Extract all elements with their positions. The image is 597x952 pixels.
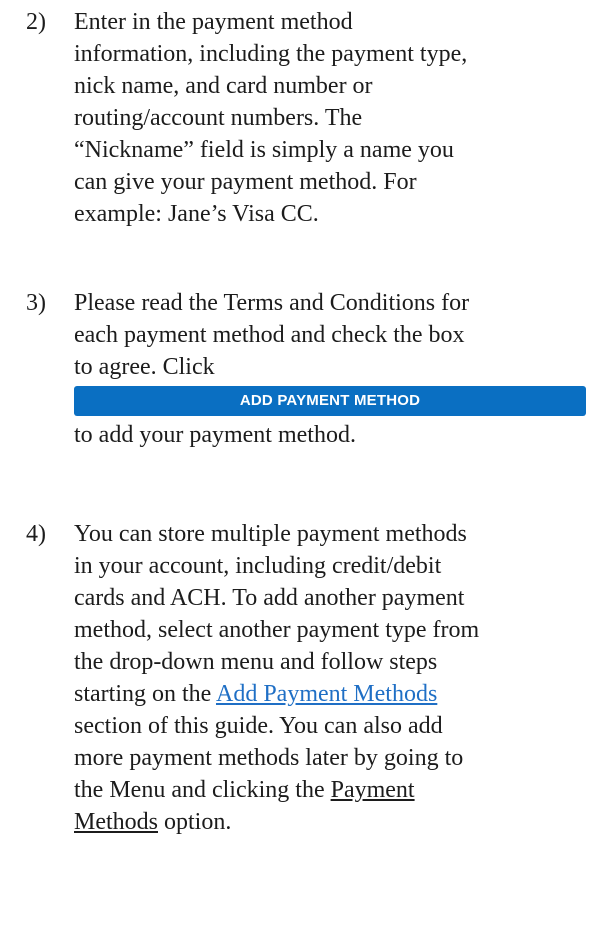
- link-prefix: starting on the: [74, 681, 216, 707]
- text-line: cards and ACH. To add another payment: [74, 585, 465, 611]
- text-line: example: Jane’s Visa CC.: [74, 201, 319, 227]
- text-line: Please read the Terms and Conditions for: [74, 290, 470, 316]
- text-line: in your account, including credit/debit: [74, 553, 442, 579]
- step-number: 2): [26, 9, 46, 35]
- step-text: You can store multiple payment methods i…: [74, 518, 584, 838]
- payment-methods-reference: Payment: [330, 777, 415, 803]
- instructions-document: 2) Enter in the payment method informati…: [0, 0, 597, 952]
- text-line: to add your payment method.: [74, 422, 356, 448]
- text-line: method, select another payment type from: [74, 617, 480, 643]
- text-line: You can store multiple payment methods: [74, 521, 467, 547]
- text-line-menu-end: Methods option.: [74, 806, 584, 838]
- step-number: 4): [26, 521, 46, 547]
- add-payment-methods-link[interactable]: Add Payment Methods: [216, 681, 437, 707]
- text-line: routing/account numbers. The: [74, 105, 363, 131]
- text-line: section of this guide. You can also add: [74, 713, 443, 739]
- add-payment-method-button[interactable]: ADD PAYMENT METHOD: [74, 386, 586, 416]
- text-line: information, including the payment type,: [74, 41, 468, 67]
- text-line: more payment methods later by going to: [74, 745, 464, 771]
- menu-suffix: option.: [158, 809, 232, 835]
- text-line-with-link: starting on the Add Payment Methods: [74, 678, 584, 710]
- step-text: Enter in the payment method information,…: [74, 6, 584, 230]
- payment-methods-reference-end: Methods: [74, 809, 158, 835]
- text-line-menu: the Menu and clicking the Payment: [74, 774, 584, 806]
- step-number: 3): [26, 290, 46, 316]
- text-line: nick name, and card number or: [74, 73, 373, 99]
- step-text: Please read the Terms and Conditions for…: [74, 287, 586, 451]
- text-line: can give your payment method. For: [74, 169, 417, 195]
- text-line: to agree. Click: [74, 354, 215, 380]
- text-line: Enter in the payment method: [74, 9, 353, 35]
- menu-prefix: the Menu and clicking the: [74, 777, 331, 803]
- text-line: each payment method and check the box: [74, 322, 465, 348]
- text-line: the drop-down menu and follow steps: [74, 649, 438, 675]
- text-line: “Nickname” field is simply a name you: [74, 137, 454, 163]
